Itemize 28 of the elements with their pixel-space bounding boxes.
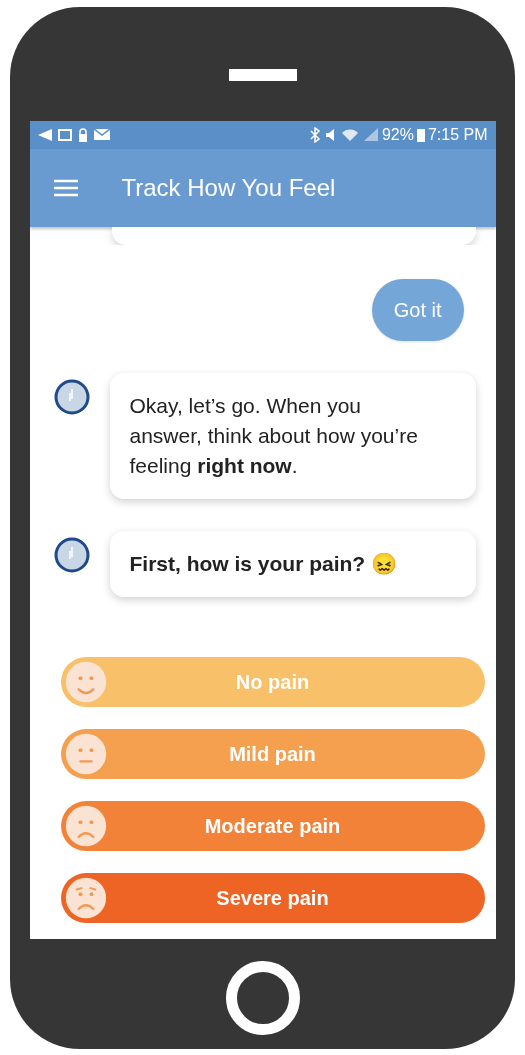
screen-title: Track How You Feel (121, 172, 336, 203)
answer-button[interactable]: No pain (60, 656, 485, 707)
face-icon (63, 803, 108, 848)
reply-chip[interactable]: Got it (371, 278, 464, 341)
chat-bubble: Okay, let’s go. When you answer, think about how you’re feeling right now. (109, 372, 476, 499)
answer-button[interactable]: Severe pain (60, 872, 485, 923)
face-icon (63, 875, 108, 920)
battery-icon (416, 127, 425, 142)
image-icon (57, 128, 72, 141)
answer-button[interactable]: Moderate pain (60, 800, 485, 851)
speaker-grille (228, 68, 297, 81)
menu-icon[interactable] (53, 178, 78, 197)
clock-time: 7:15 PM (427, 124, 488, 145)
mail-icon (93, 129, 110, 140)
cast-icon (37, 128, 52, 141)
home-button[interactable] (225, 960, 300, 1035)
lock-icon (77, 127, 88, 142)
mute-icon (325, 128, 336, 141)
avatar-icon (53, 536, 90, 573)
answer-button[interactable]: Mild pain (60, 728, 485, 779)
avatar-icon (53, 378, 90, 415)
chat-bubble: First, how is your pain? 😖 (109, 530, 476, 597)
wifi-icon (341, 128, 358, 141)
face-icon (63, 731, 108, 776)
face-icon (63, 659, 108, 704)
bluetooth-icon (309, 126, 320, 143)
signal-icon (363, 128, 378, 141)
battery-percent: 92% (381, 124, 414, 145)
